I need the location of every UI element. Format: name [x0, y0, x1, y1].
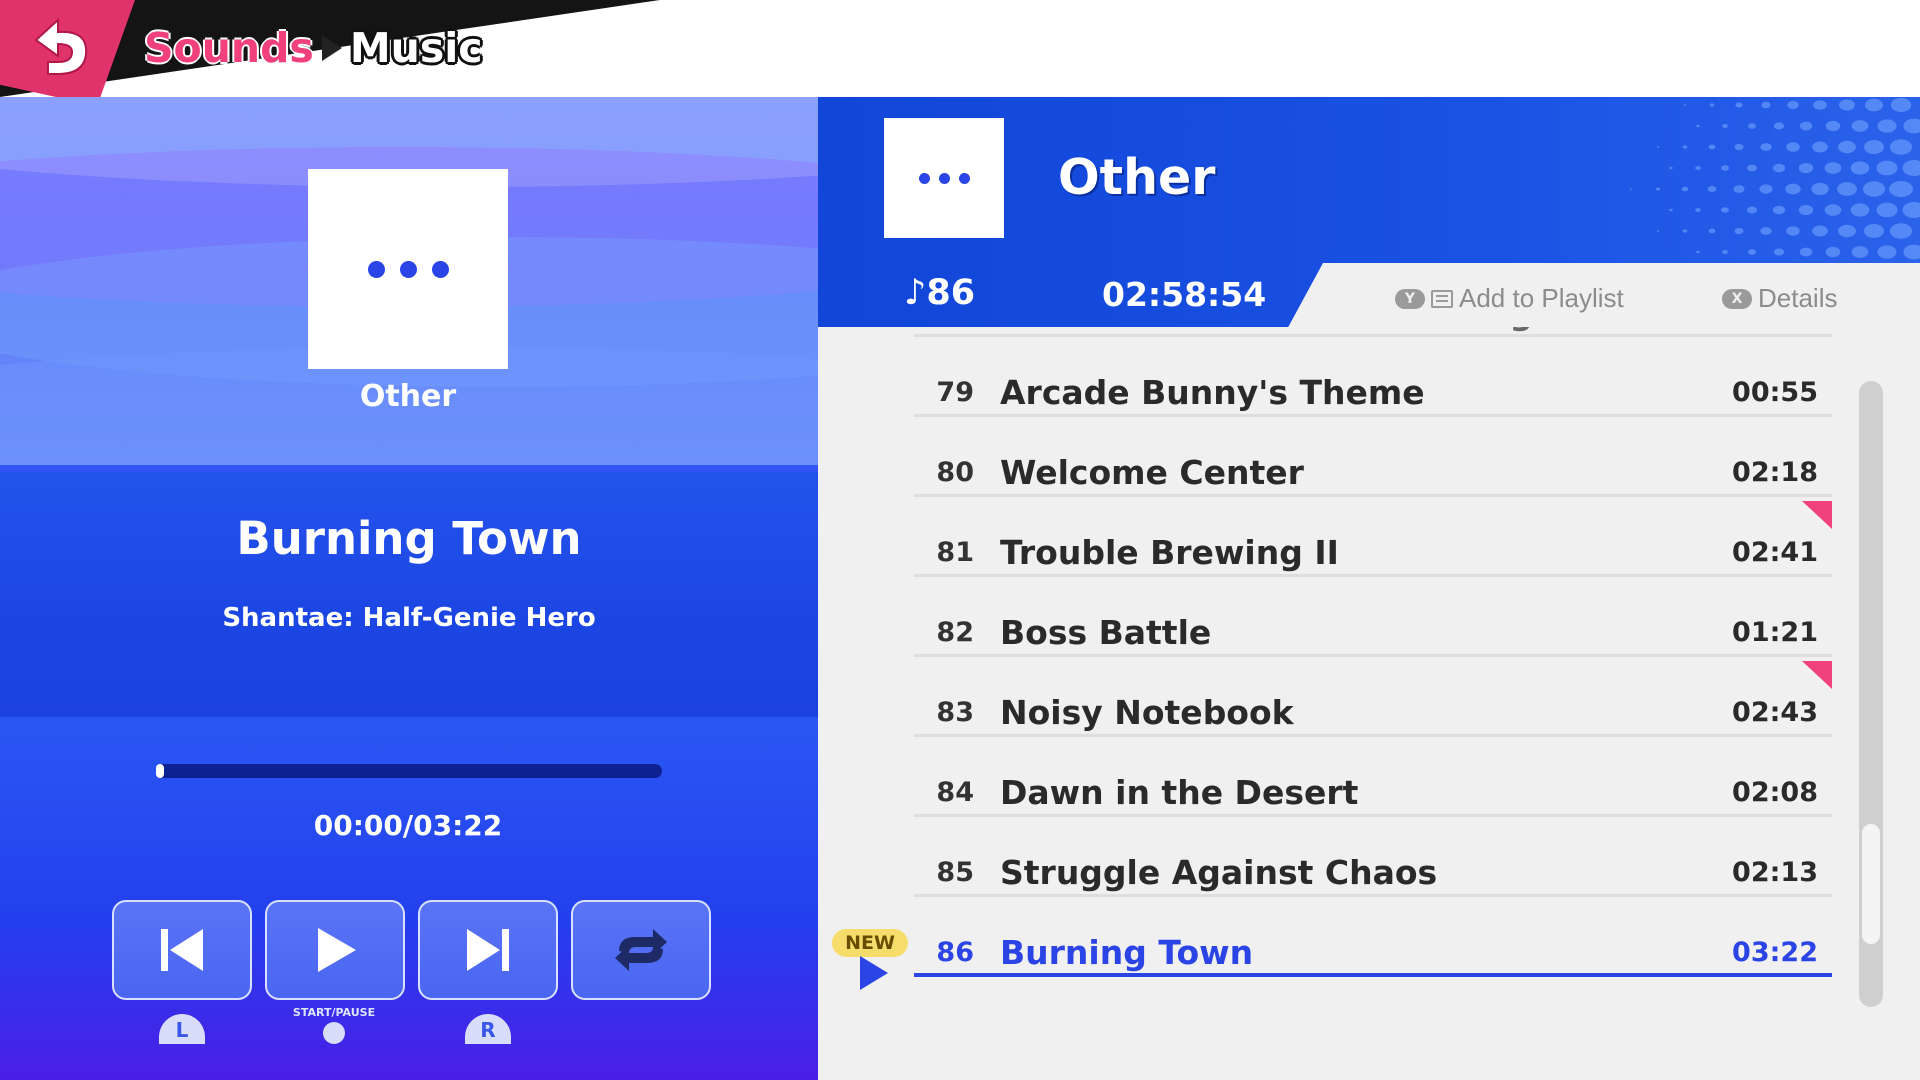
skip-next-icon	[467, 929, 509, 971]
breadcrumb-music: Music	[349, 24, 483, 72]
track-info-band	[0, 472, 818, 717]
corner-flag-icon	[1802, 501, 1832, 529]
category-title: Other	[1058, 149, 1216, 206]
track-title: Welcome Center	[1000, 453, 1304, 492]
track-duration: 01:07	[1732, 327, 1818, 333]
track-number: 85	[936, 857, 974, 888]
track-number: 83	[936, 697, 974, 728]
new-badge: NEW	[832, 929, 908, 957]
skip-previous-icon	[161, 929, 203, 971]
track-duration: 00:55	[1732, 377, 1818, 408]
play-icon	[318, 928, 356, 972]
scrollbar-thumb[interactable]	[1862, 824, 1880, 944]
breadcrumb-sounds[interactable]: Sounds	[144, 24, 314, 72]
track-number: 82	[936, 617, 974, 648]
now-playing-title: Burning Town	[236, 512, 582, 565]
add-to-playlist-label: Add to Playlist	[1459, 283, 1624, 313]
track-number: 80	[936, 457, 974, 488]
progress-fill	[156, 764, 164, 778]
track-number: 86	[936, 937, 974, 968]
back-arrow-icon	[34, 17, 88, 75]
track-row[interactable]: 79 Arcade Bunny's Theme 00:55	[914, 337, 1832, 417]
category-art	[884, 118, 1004, 238]
track-duration: 01:21	[1732, 617, 1818, 648]
progress-bar[interactable]	[156, 764, 662, 778]
track-duration: 02:13	[1732, 857, 1818, 888]
track-title: Boss Battle	[1000, 613, 1212, 652]
track-number: 78	[922, 327, 974, 333]
track-title: Burning Town	[1000, 933, 1254, 972]
track-number: 79	[936, 377, 974, 408]
category-header: Other ♪86 02:58:54 Y Add to Playlist X D…	[818, 97, 1920, 327]
track-title: Trouble Brewing II	[1000, 533, 1339, 572]
now-playing-game: Shantae: Half-Genie Hero	[222, 603, 596, 633]
start-pause-hint-icon	[323, 1022, 345, 1044]
repeat-icon	[615, 929, 667, 971]
track-duration: 02:18	[1732, 457, 1818, 488]
previous-track-button[interactable]	[112, 900, 252, 1000]
corner-flag-icon	[1802, 661, 1832, 689]
track-row[interactable]: 84 Dawn in the Desert 02:08	[914, 737, 1832, 817]
scrollbar[interactable]	[1859, 381, 1883, 1007]
track-title: Struggle Against Chaos	[1000, 853, 1438, 892]
track-count: ♪86	[904, 273, 976, 313]
ellipsis-icon	[367, 260, 385, 278]
track-number: 81	[936, 537, 974, 568]
track-row[interactable]: 85 Struggle Against Chaos 02:13	[914, 817, 1832, 897]
breadcrumb: Sounds Music	[144, 18, 483, 78]
track-duration: 02:43	[1732, 697, 1818, 728]
top-bar: Sounds Music	[0, 0, 1920, 106]
total-playtime: 02:58:54	[1102, 275, 1267, 314]
repeat-button[interactable]	[571, 900, 711, 1000]
breadcrumb-separator-icon	[321, 35, 342, 61]
track-row[interactable]: 82 Boss Battle 01:21	[914, 577, 1832, 657]
album-art	[308, 169, 508, 369]
track-row[interactable]: 80 Welcome Center 02:18	[914, 417, 1832, 497]
x-button-icon: X	[1722, 288, 1752, 309]
now-playing-panel: Other Burning Town Shantae: Half-Genie H…	[0, 97, 818, 1080]
play-button[interactable]	[265, 900, 405, 1000]
track-duration: 03:22	[1732, 937, 1818, 968]
y-button-icon: Y	[1395, 288, 1425, 309]
track-row[interactable]: 83 Noisy Notebook 02:43	[914, 657, 1832, 737]
track-duration: 02:41	[1732, 537, 1818, 568]
track-title: Dawn in the Desert	[1000, 773, 1359, 812]
track-row-selected[interactable]: 86 Burning Town 03:22	[914, 897, 1832, 977]
track-row[interactable]: 78 Title Theme - Nintendo Badge Arcade 01:…	[914, 327, 1832, 337]
album-label: Other	[359, 379, 457, 414]
add-to-playlist-button[interactable]: Y Add to Playlist	[1395, 283, 1624, 314]
track-title: Noisy Notebook	[1000, 693, 1294, 732]
track-row[interactable]: 81 Trouble Brewing II 02:41	[914, 497, 1832, 577]
start-pause-hint-label: START/PAUSE	[292, 1006, 376, 1019]
track-title: Arcade Bunny's Theme	[1000, 373, 1425, 412]
details-button[interactable]: X Details	[1722, 283, 1837, 314]
track-number: 84	[936, 777, 974, 808]
playlist-icon	[1431, 289, 1453, 308]
ellipsis-icon	[918, 172, 930, 184]
next-track-button[interactable]	[418, 900, 558, 1000]
track-list[interactable]: 78 Title Theme - Nintendo Badge Arcade 01:…	[818, 327, 1920, 1080]
track-duration: 02:08	[1732, 777, 1818, 808]
track-title: Title Theme - Nintendo Badge Arcade	[1000, 327, 1697, 333]
details-label: Details	[1758, 283, 1838, 313]
time-readout: 00:00/03:22	[313, 809, 503, 842]
now-playing-indicator-icon	[860, 956, 888, 990]
